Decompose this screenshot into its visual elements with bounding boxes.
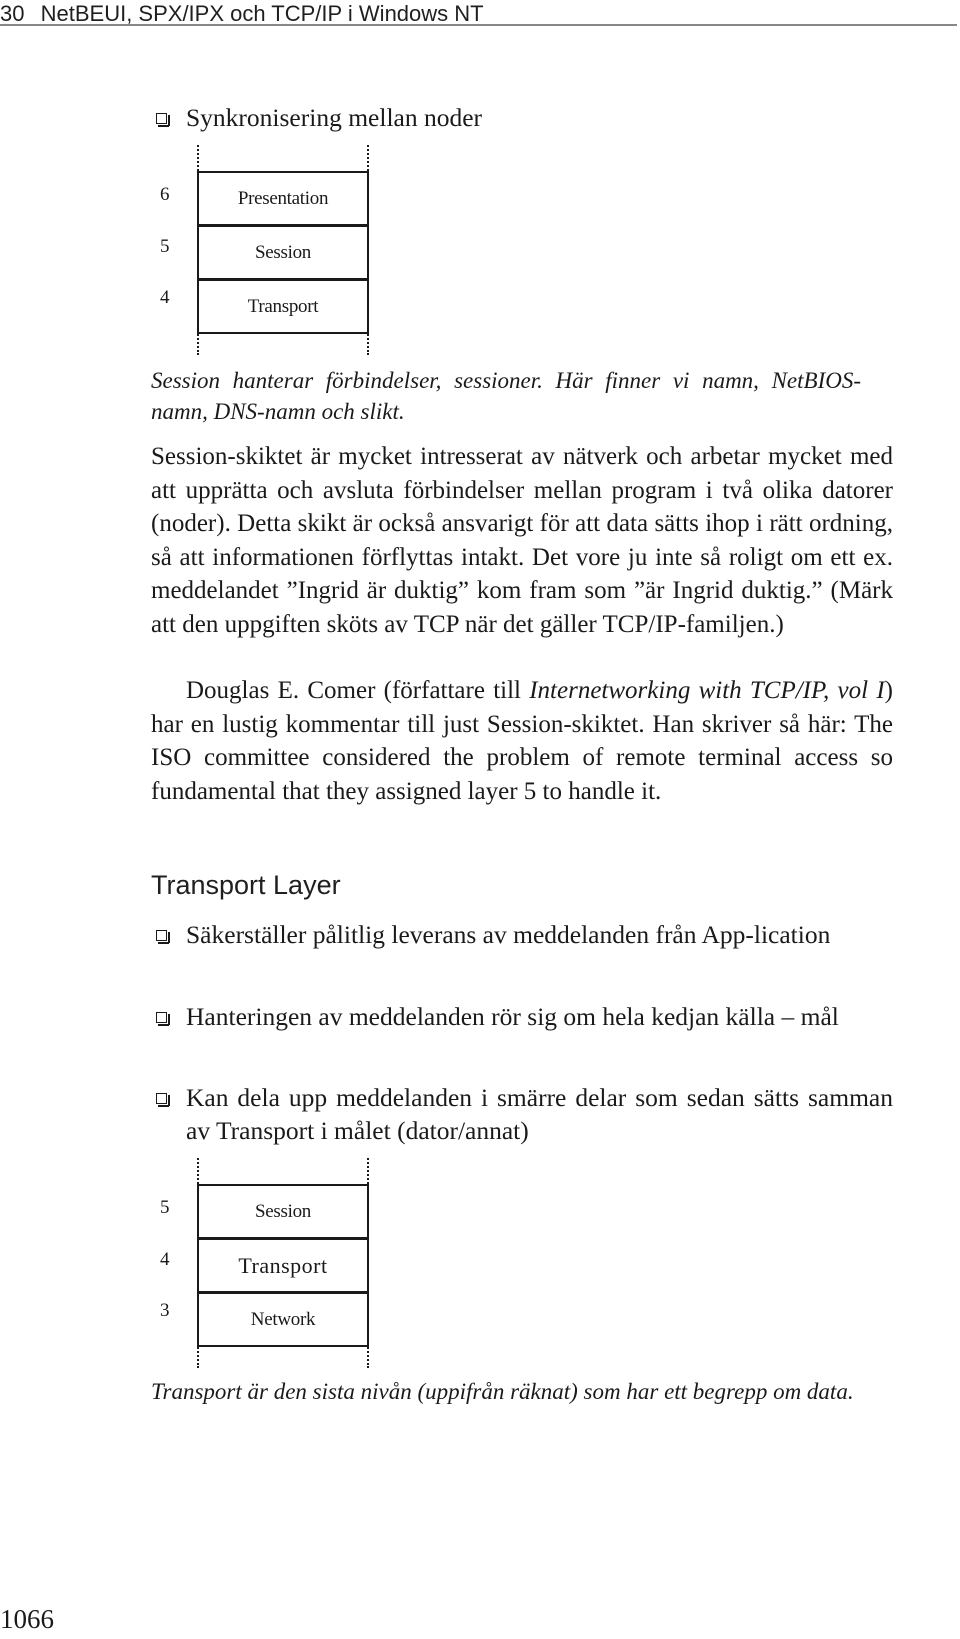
transport-bullet: Hanteringen av meddelanden rör sig om he… bbox=[151, 1000, 893, 1033]
session-bullet: Synkronisering mellan noder bbox=[151, 101, 893, 134]
layer-box-network: Network bbox=[199, 1291, 367, 1345]
checkbox-bullet-icon bbox=[156, 113, 170, 127]
dotted-line-right-top bbox=[367, 1158, 369, 1184]
dotted-line-left-bottom bbox=[197, 1344, 199, 1368]
checkbox-bullet-icon bbox=[156, 1012, 170, 1026]
running-head: 30 NetBEUI, SPX/IPX och TCP/IP i Windows… bbox=[0, 0, 957, 26]
section-heading: Transport Layer bbox=[151, 870, 341, 900]
transport-bullet: Säkerställer pålitlig leverans av meddel… bbox=[151, 918, 893, 951]
dotted-line-left-top bbox=[197, 145, 199, 171]
dotted-line-left-bottom bbox=[197, 331, 199, 355]
transport-caption: Transport är den sista nivån (uppifrån r… bbox=[151, 1379, 854, 1404]
transport-bullet: Kan dela upp meddelanden i smärre delar … bbox=[151, 1081, 893, 1147]
running-head-title: NetBEUI, SPX/IPX och TCP/IP i Windows NT bbox=[40, 1, 484, 26]
checkbox-bullet-icon bbox=[156, 1093, 170, 1107]
layer-number: 6 bbox=[160, 184, 170, 205]
layer-number: 5 bbox=[160, 236, 170, 257]
bullet-text: Hanteringen av meddelanden rör sig om he… bbox=[186, 1002, 839, 1031]
layer-stack: Presentation Session Transport bbox=[197, 171, 369, 334]
checkbox-bullet-icon bbox=[156, 930, 170, 944]
dotted-line-right-bottom bbox=[367, 331, 369, 355]
bullet-text: Säkerställer pålitlig leverans av meddel… bbox=[186, 920, 831, 949]
osi-layer-diagram-session: 6 5 4 Presentation Session Transport bbox=[160, 145, 370, 355]
bullet-text: Synkronisering mellan noder bbox=[186, 103, 483, 132]
page-number: 1066 bbox=[0, 1604, 54, 1634]
layer-number: 4 bbox=[160, 287, 170, 308]
layer-number: 4 bbox=[160, 1249, 170, 1270]
session-paragraph: Session-skiktet är mycket intresserat av… bbox=[151, 443, 893, 638]
book-title: Internetworking with TCP/IP, vol I bbox=[529, 677, 885, 704]
layer-box-presentation: Presentation bbox=[237, 187, 329, 209]
layer-box-transport: Transport bbox=[199, 1237, 367, 1291]
layer-box-session: Session bbox=[199, 224, 367, 278]
osi-layer-diagram-transport: 5 4 3 Session Transport Network bbox=[160, 1158, 370, 1368]
paragraph-text: Douglas E. Comer (författare till bbox=[186, 677, 530, 704]
comer-paragraph: Douglas E. Comer (författare till Intern… bbox=[151, 674, 893, 808]
layer-stack: Session Transport Network bbox=[197, 1184, 369, 1347]
dotted-line-left-top bbox=[197, 1158, 199, 1184]
layer-number: 3 bbox=[160, 1300, 170, 1321]
layer-number: 5 bbox=[160, 1197, 170, 1218]
layer-box-transport: Transport bbox=[199, 278, 367, 332]
chapter-number: 30 bbox=[0, 1, 25, 26]
session-caption: Session hanterar förbindelser, sessioner… bbox=[151, 368, 861, 424]
layer-box-session: Session bbox=[255, 1200, 311, 1222]
bullet-text: Kan dela upp meddelanden i smärre delar … bbox=[186, 1083, 893, 1145]
dotted-line-right-top bbox=[367, 145, 369, 171]
dotted-line-right-bottom bbox=[367, 1344, 369, 1368]
